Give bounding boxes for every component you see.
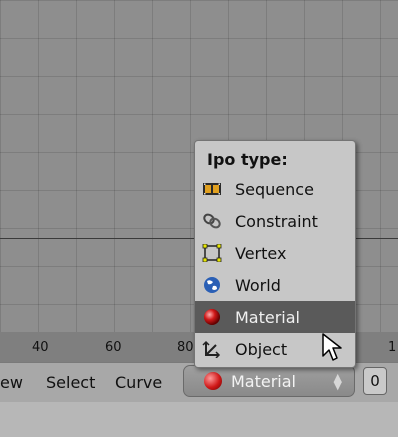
status-bar bbox=[0, 402, 398, 437]
ruler-tick: 60 bbox=[105, 340, 122, 355]
number-field[interactable]: 0 bbox=[363, 367, 387, 395]
menu-item-vertex[interactable]: Vertex bbox=[195, 237, 355, 269]
menu-item-label: Object bbox=[235, 340, 288, 359]
menu-title: Ipo type: bbox=[207, 150, 288, 169]
menu-item-material[interactable]: Material bbox=[195, 301, 355, 333]
vertex-icon bbox=[202, 244, 222, 262]
world-icon bbox=[204, 277, 220, 293]
constraint-icon bbox=[203, 213, 221, 229]
sequence-icon bbox=[203, 183, 221, 195]
ipo-type-value: Material bbox=[231, 372, 296, 391]
mouse-cursor-icon bbox=[322, 333, 342, 361]
ruler-tick: 80 bbox=[177, 340, 194, 355]
menu-item-constraint[interactable]: Constraint bbox=[195, 205, 355, 237]
ruler-tick: 40 bbox=[32, 340, 49, 355]
select-menu[interactable]: Select bbox=[46, 373, 95, 392]
menu-item-label: Vertex bbox=[235, 244, 287, 263]
view-menu[interactable]: ew bbox=[0, 373, 23, 392]
material-icon bbox=[204, 309, 220, 325]
menu-item-label: Constraint bbox=[235, 212, 318, 231]
menu-item-label: Sequence bbox=[235, 180, 314, 199]
curve-menu[interactable]: Curve bbox=[115, 373, 162, 392]
ruler-tick: 1 bbox=[388, 340, 397, 355]
menu-item-label: Material bbox=[235, 308, 300, 327]
object-icon bbox=[202, 340, 221, 358]
ipo-type-dropdown[interactable]: Material ▲ ▼ bbox=[183, 365, 355, 397]
menu-item-sequence[interactable]: Sequence bbox=[195, 173, 355, 205]
menu-item-world[interactable]: World bbox=[195, 269, 355, 301]
menu-item-label: World bbox=[235, 276, 281, 295]
updown-arrows-icon: ▲ ▼ bbox=[333, 371, 342, 392]
material-icon bbox=[204, 372, 222, 390]
